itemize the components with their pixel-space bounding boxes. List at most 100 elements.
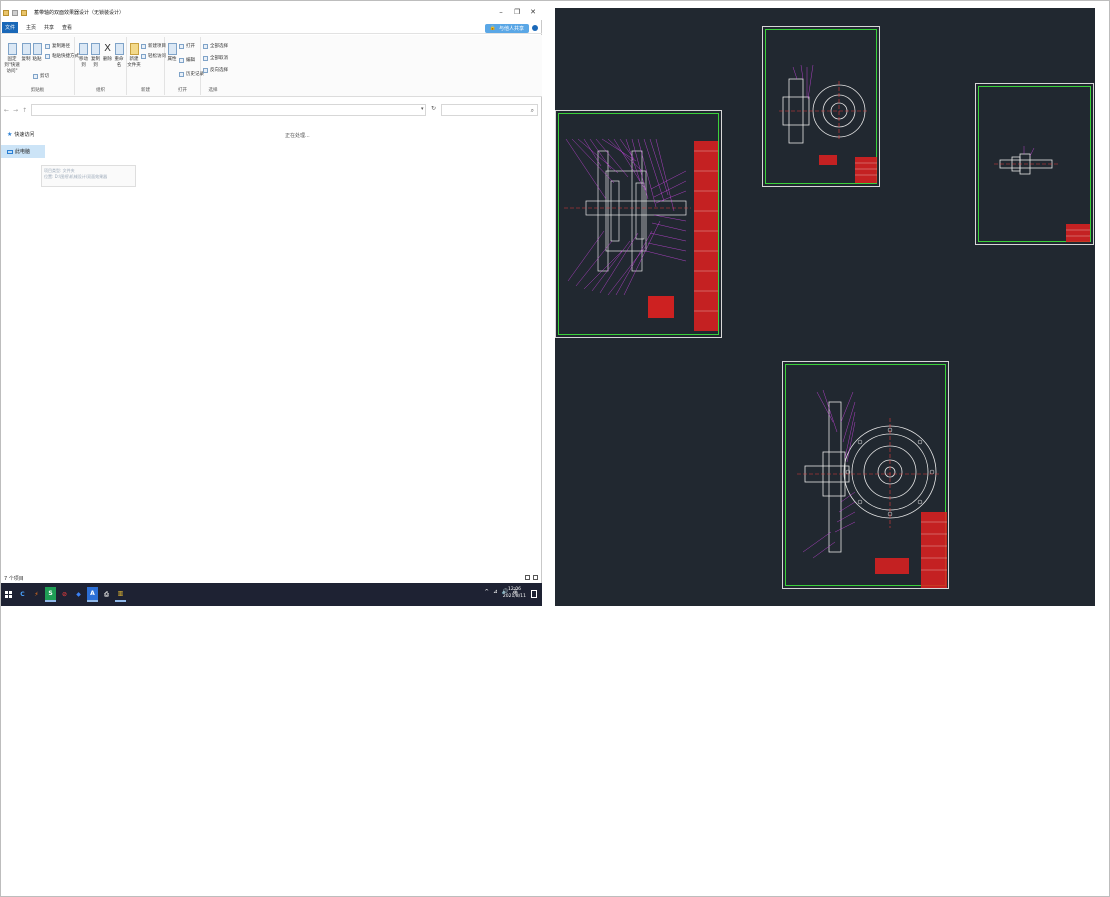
folder-icon (3, 9, 9, 16)
copy-to-button[interactable]: 复制到 (90, 43, 101, 69)
tooltip-line: 位置: D:\图纸\机械设计\双面效果器 (44, 174, 108, 179)
properties-quick-icon[interactable] (12, 9, 18, 16)
edit-button[interactable]: 编辑 (179, 57, 195, 63)
back-arrow-icon[interactable]: ← (4, 107, 9, 114)
pin-quick-access-button[interactable]: 固定到"快速访问" (3, 43, 21, 75)
copy-path-icon (45, 43, 50, 49)
window-title: 蓄带轴的双面效果器设计（无锁装设计） (34, 10, 125, 16)
open-button[interactable]: 打开 (179, 43, 195, 49)
chevron-down-icon[interactable]: ▾ (421, 106, 424, 112)
copy-button[interactable]: 复制 (21, 43, 31, 63)
drawing-sheet-assembly[interactable] (555, 110, 722, 338)
gear-drawing-graphic (779, 64, 877, 183)
clock-date: 2021/8/11 (502, 594, 526, 599)
move-icon (79, 43, 88, 55)
scissors-icon (33, 73, 38, 79)
taskbar-app-spreadsheet[interactable]: S (45, 587, 56, 602)
new-folder-button[interactable]: 新建 文件夹 (127, 43, 141, 69)
shaft-drawing-graphic (994, 146, 1090, 242)
nav-item-this-pc[interactable]: 此电脑 (1, 145, 45, 158)
tray-chevron-icon[interactable]: ^ (484, 589, 489, 595)
up-arrow-icon[interactable]: ↑ (22, 107, 27, 114)
cut-button[interactable]: 剪切 (33, 73, 49, 79)
address-input[interactable] (31, 104, 426, 116)
ribbon: 固定到"快速访问" 复制 粘贴 复制路径 粘贴快捷方式 剪切 剪贴板 移动到 复… (1, 35, 542, 97)
cad-drawing-viewport[interactable] (555, 8, 1095, 606)
file-list-pane[interactable]: 正在处理... (45, 123, 542, 578)
notification-icon[interactable] (531, 590, 537, 598)
paste-shortcut-icon (45, 53, 50, 59)
taskbar-app-4[interactable]: ⊘ (59, 587, 70, 602)
rename-button[interactable]: 重命名 (113, 43, 125, 69)
tab-home[interactable]: 主页 (26, 24, 36, 31)
drawing-sheet-gear[interactable] (762, 26, 880, 187)
windows-start-icon[interactable] (5, 591, 12, 598)
lock-icon: 🔒 (489, 25, 496, 31)
select-all-icon (203, 43, 208, 49)
forward-arrow-icon[interactable]: → (13, 107, 18, 114)
easy-access-icon (141, 53, 146, 59)
drawing-sheet-flywheel[interactable] (782, 361, 949, 589)
title-bar[interactable]: 蓄带轴的双面效果器设计（无锁装设计） – ❐ ✕ (1, 5, 542, 20)
ribbon-group-label: 选择 (208, 88, 218, 93)
select-none-button[interactable]: 全部取消 (203, 55, 228, 61)
share-label: 与他人共享 (498, 25, 524, 32)
easy-access-button[interactable]: 轻松访问 (141, 53, 166, 59)
loading-text: 正在处理... (285, 133, 310, 139)
delete-button[interactable]: X 删除 (102, 43, 113, 63)
invert-selection-icon (203, 67, 208, 73)
properties-button[interactable]: 属性 (167, 43, 177, 63)
open-icon (179, 43, 184, 49)
move-to-button[interactable]: 移动到 (78, 43, 89, 69)
flywheel-drawing-graphic (797, 389, 947, 588)
copy-to-icon (91, 43, 100, 55)
ribbon-group-clipboard: 固定到"快速访问" 复制 粘贴 复制路径 粘贴快捷方式 剪切 剪贴板 (1, 37, 79, 95)
copy-icon (21, 43, 31, 55)
paste-button[interactable]: 粘贴 (32, 43, 42, 63)
minimize-button[interactable]: – (498, 8, 504, 16)
tab-view[interactable]: 查看 (62, 24, 72, 31)
taskbar-app-5[interactable]: ◆ (73, 587, 84, 602)
history-icon (179, 71, 184, 77)
ribbon-group-new: 新建 文件夹 新建项目 轻松访问 新建 (127, 37, 166, 95)
ribbon-group-open: 属性 打开 编辑 历史记录 打开 (165, 37, 204, 95)
paste-shortcut-button[interactable]: 粘贴快捷方式 (45, 53, 79, 59)
tab-share[interactable]: 共享 (44, 24, 54, 31)
ribbon-group-label: 打开 (178, 88, 187, 93)
ribbon-group-select: 全部选择 全部取消 反向选择 选择 (201, 37, 228, 95)
clock-time: 12:06 (507, 587, 521, 592)
taskbar: C ⚡ S ⊘ ◆ A ⎙ ▥ ^ ⊿ 🔊 英 12:06 2021/8/11 (1, 583, 542, 606)
check-icon (167, 43, 177, 55)
taskbar-app-explorer[interactable]: ▥ (115, 587, 126, 602)
maximize-button[interactable]: ❐ (514, 8, 520, 16)
copy-path-button[interactable]: 复制路径 (45, 43, 70, 49)
share-with-others-button[interactable]: 🔒 与他人共享 (484, 23, 529, 33)
taskbar-app-2[interactable]: ⚡ (31, 587, 42, 602)
taskbar-app-7[interactable]: ⎙ (101, 587, 112, 602)
clock[interactable]: 12:06 2021/8/11 (503, 586, 526, 600)
drawing-sheet-shaft[interactable] (975, 83, 1094, 245)
select-all-button[interactable]: 全部选择 (203, 43, 228, 49)
taskbar-app-autocad[interactable]: A (87, 587, 98, 602)
select-none-icon (203, 55, 208, 61)
taskbar-app-browser[interactable]: C (17, 587, 28, 602)
close-button[interactable]: ✕ (530, 8, 536, 16)
search-icon: ⌕ (530, 107, 534, 114)
rename-icon (114, 43, 124, 55)
help-icon[interactable] (532, 25, 538, 31)
new-item-button[interactable]: 新建项目 (141, 43, 166, 49)
computer-icon (7, 149, 13, 154)
new-folder-quick-icon[interactable] (21, 9, 27, 16)
network-icon[interactable]: ⊿ (493, 589, 498, 595)
new-folder-icon (129, 43, 139, 55)
pin-icon (7, 43, 17, 55)
invert-selection-button[interactable]: 反向选择 (203, 67, 228, 73)
folder-tooltip: 项目类型: 文件夹 位置: D:\图纸\机械设计\双面效果器 (41, 165, 136, 187)
nav-item-quick-access[interactable]: ★ 快速访问 (1, 128, 45, 141)
details-view-icon[interactable] (525, 575, 530, 580)
search-input[interactable]: ⌕ (441, 104, 538, 116)
refresh-icon[interactable]: ↻ (431, 105, 436, 112)
tab-file[interactable]: 文件 (2, 21, 18, 33)
address-bar-row: ← → ↑ ▾ ↻ ⌕ (1, 103, 542, 117)
large-icons-view-icon[interactable] (533, 575, 538, 580)
